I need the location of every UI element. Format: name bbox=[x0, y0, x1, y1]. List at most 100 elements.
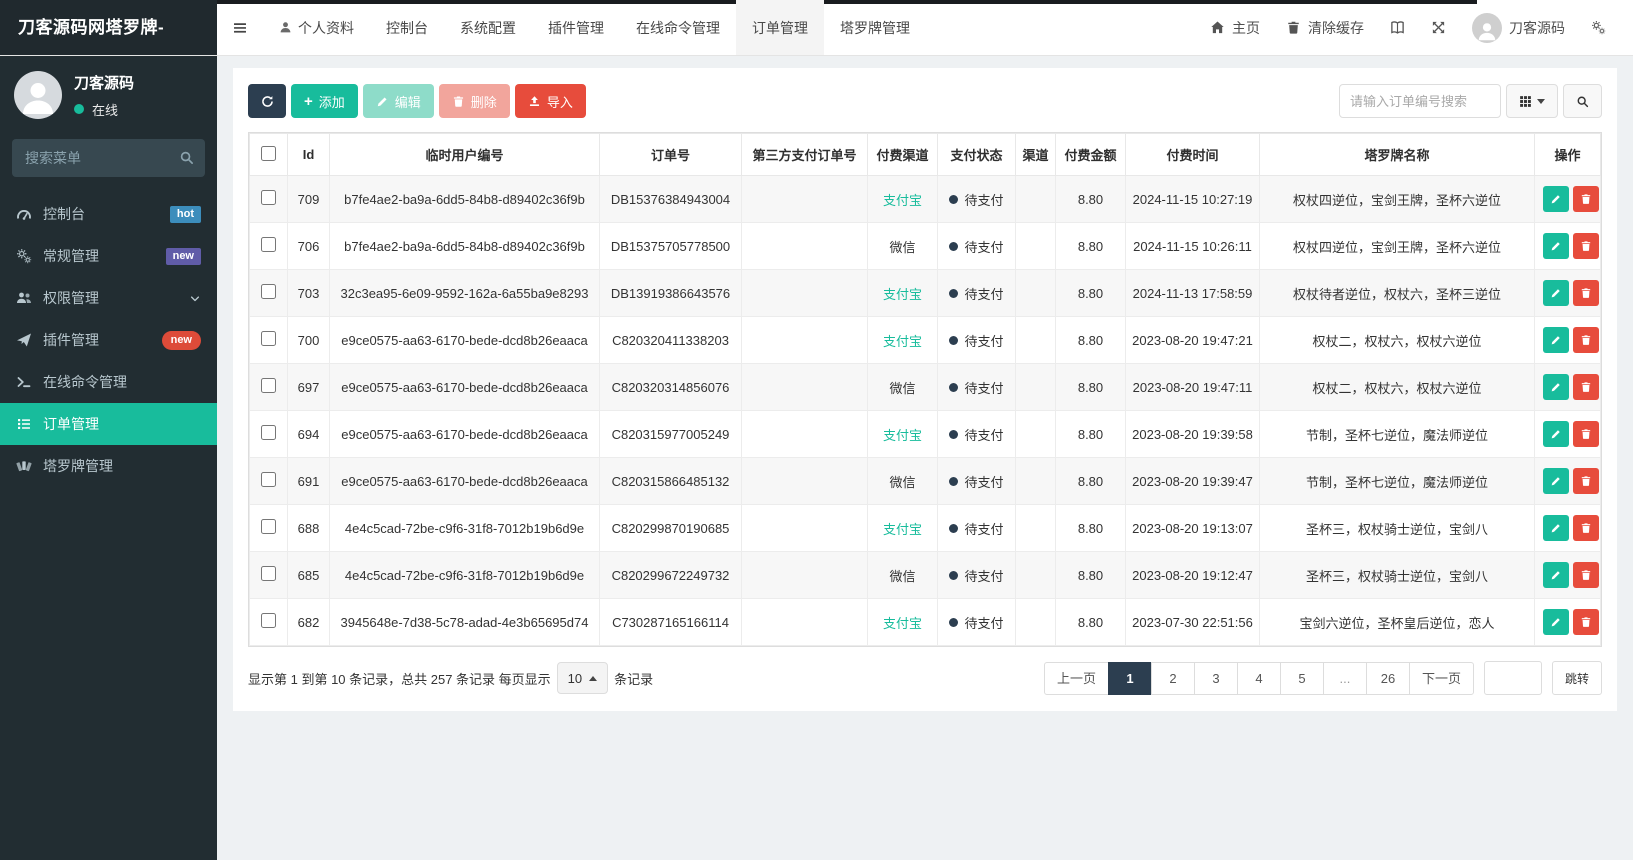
search-button[interactable] bbox=[1563, 84, 1602, 118]
cell-pay-time: 2023-08-20 19:13:07 bbox=[1125, 504, 1260, 552]
page-jump-button[interactable]: 跳转 bbox=[1551, 661, 1602, 695]
order-search-input[interactable] bbox=[1339, 84, 1501, 118]
home-link[interactable]: 主页 bbox=[1197, 0, 1273, 55]
settings-button[interactable] bbox=[1578, 0, 1619, 55]
pagination-item-26[interactable]: 26 bbox=[1365, 661, 1410, 695]
column-header-3[interactable]: 第三方支付订单号 bbox=[741, 133, 868, 176]
row-edit-button[interactable] bbox=[1543, 280, 1569, 306]
add-button[interactable]: + 添加 bbox=[291, 84, 358, 118]
column-header-7[interactable]: 付费金额 bbox=[1055, 133, 1126, 176]
row-checkbox[interactable] bbox=[261, 613, 276, 628]
row-checkbox[interactable] bbox=[261, 425, 276, 440]
row-edit-button[interactable] bbox=[1543, 515, 1569, 541]
sidebar-item-4[interactable]: 在线命令管理 bbox=[0, 361, 217, 403]
row-edit-button[interactable] bbox=[1543, 421, 1569, 447]
pagination-item-1[interactable]: 1 bbox=[1107, 661, 1152, 695]
pagination-item-5[interactable]: 5 bbox=[1279, 661, 1324, 695]
row-edit-button[interactable] bbox=[1543, 609, 1569, 635]
delete-button[interactable]: 删除 bbox=[438, 84, 510, 118]
pagination-item-上一页[interactable]: 上一页 bbox=[1043, 661, 1109, 695]
page-size-select[interactable]: 10 bbox=[556, 662, 609, 694]
row-delete-button[interactable] bbox=[1573, 280, 1599, 306]
column-header-4[interactable]: 付费渠道 bbox=[867, 133, 938, 176]
cell-checkbox bbox=[249, 269, 288, 317]
pencil-icon bbox=[1550, 240, 1562, 252]
nav-tab-4[interactable]: 在线命令管理 bbox=[620, 0, 736, 55]
columns-dropdown-button[interactable] bbox=[1506, 84, 1558, 118]
row-checkbox[interactable] bbox=[261, 519, 276, 534]
column-header-6[interactable]: 渠道 bbox=[1015, 133, 1056, 176]
row-checkbox[interactable] bbox=[261, 284, 276, 299]
sidebar-item-5[interactable]: 订单管理 bbox=[0, 403, 217, 445]
table-row: 694 e9ce0575-aa63-6170-bede-dcd8b26eaaca C… bbox=[249, 410, 1601, 458]
sidebar-item-6[interactable]: 塔罗牌管理 bbox=[0, 445, 217, 487]
nav-tab-6[interactable]: 塔罗牌管理 bbox=[824, 0, 926, 55]
row-edit-button[interactable] bbox=[1543, 186, 1569, 212]
language-icon bbox=[1390, 20, 1405, 35]
nav-tab-0[interactable]: 个人资料 bbox=[263, 0, 370, 55]
user-menu[interactable]: 刀客源码 bbox=[1459, 0, 1578, 55]
cell-operate bbox=[1534, 269, 1601, 317]
sidebar-item-0[interactable]: 控制台 hot bbox=[0, 193, 217, 235]
import-button[interactable]: 导入 bbox=[514, 84, 586, 118]
row-delete-button[interactable] bbox=[1573, 186, 1599, 212]
row-edit-button[interactable] bbox=[1543, 374, 1569, 400]
sidebar-item-label: 在线命令管理 bbox=[43, 374, 127, 390]
column-header-2[interactable]: 订单号 bbox=[599, 133, 742, 176]
row-checkbox[interactable] bbox=[261, 190, 276, 205]
row-delete-button[interactable] bbox=[1573, 374, 1599, 400]
row-delete-button[interactable] bbox=[1573, 421, 1599, 447]
sidebar-toggle-button[interactable] bbox=[217, 0, 263, 55]
fullscreen-button[interactable] bbox=[1418, 0, 1459, 55]
cell-checkbox bbox=[249, 598, 288, 646]
sidebar-search-input[interactable] bbox=[12, 139, 205, 177]
upload-icon bbox=[528, 95, 541, 108]
trash-icon bbox=[1580, 193, 1592, 205]
row-edit-button[interactable] bbox=[1543, 562, 1569, 588]
pagination-item-3[interactable]: 3 bbox=[1193, 661, 1238, 695]
row-delete-button[interactable] bbox=[1573, 609, 1599, 635]
nav-tab-2[interactable]: 系统配置 bbox=[444, 0, 532, 55]
row-edit-button[interactable] bbox=[1543, 233, 1569, 259]
row-delete-button[interactable] bbox=[1573, 233, 1599, 259]
cell-third-party-no bbox=[741, 457, 868, 505]
row-checkbox[interactable] bbox=[261, 472, 276, 487]
column-header-10[interactable]: 操作 bbox=[1534, 133, 1601, 176]
pagination-item-下一页[interactable]: 下一页 bbox=[1408, 661, 1474, 695]
pagination-item-4[interactable]: 4 bbox=[1236, 661, 1281, 695]
clear-cache-button[interactable]: 清除缓存 bbox=[1273, 0, 1377, 55]
sidebar-item-1[interactable]: 常规管理 new bbox=[0, 235, 217, 277]
refresh-button[interactable] bbox=[248, 84, 286, 118]
topbar-nav: 个人资料 控制台 系统配置 插件管理 在线命令管理 订单管理 塔罗牌管理 主页 清除缓存 刀… bbox=[217, 0, 1633, 55]
select-all-checkbox[interactable] bbox=[261, 145, 276, 161]
row-delete-button[interactable] bbox=[1573, 562, 1599, 588]
row-edit-button[interactable] bbox=[1543, 327, 1569, 353]
status-dot-icon bbox=[949, 523, 959, 533]
row-checkbox[interactable] bbox=[261, 237, 276, 252]
page-jump-input[interactable] bbox=[1483, 661, 1542, 695]
cell-checkbox bbox=[249, 410, 288, 458]
row-delete-button[interactable] bbox=[1573, 327, 1599, 353]
nav-tab-5[interactable]: 订单管理 bbox=[736, 0, 824, 55]
column-header-5[interactable]: 支付状态 bbox=[937, 133, 1016, 176]
column-header-0[interactable]: Id bbox=[287, 133, 330, 176]
nav-tab-1[interactable]: 控制台 bbox=[370, 0, 444, 55]
cell-amount: 8.80 bbox=[1055, 551, 1126, 599]
row-delete-button[interactable] bbox=[1573, 468, 1599, 494]
row-checkbox[interactable] bbox=[261, 566, 276, 581]
row-checkbox[interactable] bbox=[261, 378, 276, 393]
row-edit-button[interactable] bbox=[1543, 468, 1569, 494]
column-header-9[interactable]: 塔罗牌名称 bbox=[1259, 133, 1535, 176]
edit-button[interactable]: 编辑 bbox=[362, 84, 434, 118]
pagination-item-2[interactable]: 2 bbox=[1150, 661, 1195, 695]
language-button[interactable] bbox=[1377, 0, 1418, 55]
sidebar-item-2[interactable]: 权限管理 bbox=[0, 277, 217, 319]
edit-button-label: 编辑 bbox=[394, 94, 421, 110]
sidebar-item-3[interactable]: 插件管理 new bbox=[0, 319, 217, 361]
row-checkbox[interactable] bbox=[261, 331, 276, 346]
row-delete-button[interactable] bbox=[1573, 515, 1599, 541]
nav-tab-3[interactable]: 插件管理 bbox=[532, 0, 620, 55]
order-table: Id 临时用户编号 订单号 第三方支付订单号 付费渠道 支付状态 渠道 付费金额 付费时间 塔罗牌… bbox=[248, 132, 1602, 647]
column-header-8[interactable]: 付费时间 bbox=[1125, 133, 1260, 176]
column-header-1[interactable]: 临时用户编号 bbox=[329, 133, 600, 176]
